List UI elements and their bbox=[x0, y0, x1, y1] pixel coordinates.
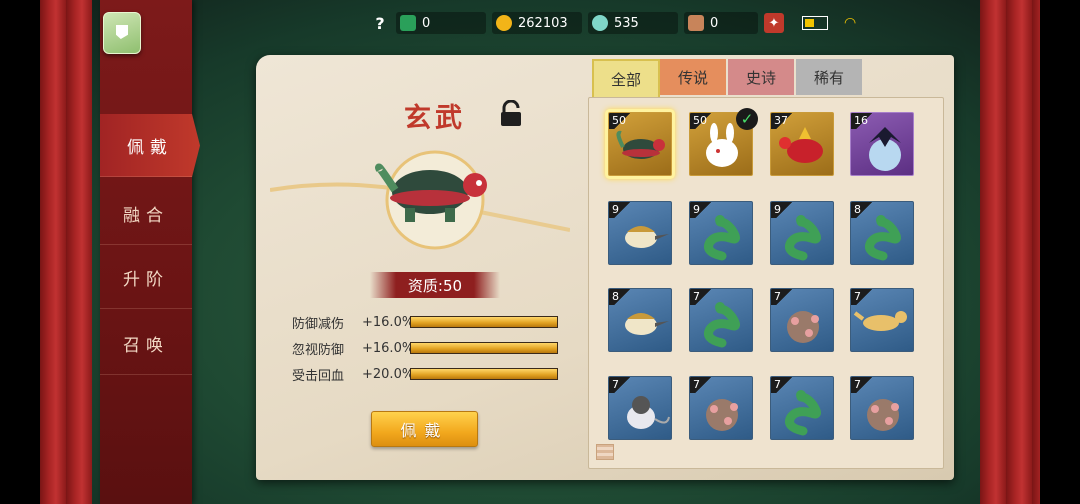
equip-button[interactable]: 佩戴 bbox=[371, 411, 478, 447]
pet-level: 50 bbox=[609, 113, 635, 129]
green-ticket-icon bbox=[400, 15, 416, 31]
pet-level: 8 bbox=[851, 202, 877, 218]
equipped-check-icon: ✓ bbox=[736, 108, 758, 130]
pet-slot[interactable]: 7 bbox=[689, 376, 753, 440]
resource-jade[interactable]: 535 bbox=[588, 12, 678, 34]
right-letterbox bbox=[1040, 0, 1080, 504]
resource-value: 262103 bbox=[518, 15, 568, 31]
pet-level: 7 bbox=[851, 289, 877, 305]
resource-gold[interactable]: 262103 bbox=[492, 12, 582, 34]
pet-level: 50 bbox=[690, 113, 716, 129]
pet-slot[interactable]: 7 bbox=[850, 288, 914, 352]
tab-all[interactable]: 全部 bbox=[592, 59, 660, 99]
stat-row: 受击回血 +20.0% bbox=[292, 364, 558, 384]
stat-value: +20.0% bbox=[362, 366, 415, 382]
pet-slot[interactable]: 8 bbox=[608, 288, 672, 352]
pet-slot[interactable]: 50 bbox=[608, 112, 672, 176]
gate-token-icon bbox=[688, 15, 704, 31]
tab-epic[interactable]: 史诗 bbox=[728, 59, 794, 95]
left-curtain bbox=[40, 0, 92, 504]
resource-gate-token[interactable]: 0 bbox=[684, 12, 758, 34]
sidebar-item-label: 融合 bbox=[123, 205, 169, 226]
pet-slot[interactable]: 16 bbox=[850, 112, 914, 176]
pet-slot[interactable]: 9 bbox=[608, 201, 672, 265]
pet-portrait bbox=[270, 150, 570, 250]
stat-value: +16.0% bbox=[362, 314, 415, 330]
pet-level: 8 bbox=[609, 289, 635, 305]
pet-slot[interactable]: 7 bbox=[850, 376, 914, 440]
stat-row: 忽视防御 +16.0% bbox=[292, 338, 558, 358]
pet-name: 玄武 bbox=[404, 103, 466, 134]
pet-level: 9 bbox=[771, 202, 797, 218]
stat-label: 忽视防御 bbox=[292, 342, 345, 358]
pet-slot[interactable]: 7 bbox=[689, 288, 753, 352]
stat-value: +16.0% bbox=[362, 340, 415, 356]
pet-level: 7 bbox=[771, 289, 797, 305]
help-button[interactable]: ? bbox=[370, 12, 390, 34]
quality-label: 资质:50 bbox=[370, 272, 500, 298]
back-tag-icon[interactable] bbox=[103, 12, 141, 54]
sidebar-item-equip[interactable]: 佩戴 bbox=[100, 114, 200, 177]
resource-bar: ? 0 262103 535 0 ✦ ◠ bbox=[370, 10, 856, 36]
pet-level: 7 bbox=[690, 289, 716, 305]
pet-level: 9 bbox=[609, 202, 635, 218]
stat-bar bbox=[410, 342, 558, 354]
gold-ingot-icon bbox=[496, 15, 512, 31]
pet-slot[interactable]: 7 bbox=[770, 288, 834, 352]
tab-rare[interactable]: 稀有 bbox=[796, 59, 862, 95]
stat-label: 受击回血 bbox=[292, 368, 345, 384]
sidebar-item-upgrade[interactable]: 升阶 bbox=[100, 246, 192, 309]
unlock-icon[interactable] bbox=[498, 100, 524, 128]
jade-icon bbox=[592, 15, 608, 31]
grid-toggle-icon[interactable] bbox=[596, 444, 614, 460]
pet-level: 16 bbox=[851, 113, 877, 129]
pet-level: 9 bbox=[690, 202, 716, 218]
pet-slot[interactable]: 8 bbox=[850, 201, 914, 265]
sidebar-item-fuse[interactable]: 融合 bbox=[100, 182, 192, 245]
pet-level: 7 bbox=[690, 377, 716, 393]
sidebar-item-label: 升阶 bbox=[123, 269, 169, 290]
stat-row: 防御减伤 +16.0% bbox=[292, 312, 558, 332]
resource-value: 535 bbox=[614, 15, 639, 31]
resource-value: 0 bbox=[710, 15, 719, 31]
pet-slot[interactable]: 37 bbox=[770, 112, 834, 176]
resource-ticket[interactable]: 0 bbox=[396, 12, 486, 34]
pet-level: 7 bbox=[851, 377, 877, 393]
pet-level: 7 bbox=[609, 377, 635, 393]
pet-level: 37 bbox=[771, 113, 797, 129]
battery-icon bbox=[802, 16, 828, 30]
pet-slot[interactable]: 9 bbox=[689, 201, 753, 265]
stat-bar bbox=[410, 368, 558, 380]
stat-label: 防御减伤 bbox=[292, 316, 345, 332]
wifi-icon: ◠ bbox=[844, 15, 857, 31]
sidebar-item-summon[interactable]: 召唤 bbox=[100, 312, 192, 375]
resource-value: 0 bbox=[422, 15, 431, 31]
pet-slot[interactable]: 7 bbox=[770, 376, 834, 440]
tab-legendary[interactable]: 传说 bbox=[660, 59, 726, 95]
sidebar-item-label: 佩戴 bbox=[127, 137, 173, 158]
sparkle-icon[interactable]: ✦ bbox=[764, 13, 784, 33]
right-curtain bbox=[980, 0, 1040, 504]
pet-level: 7 bbox=[771, 377, 797, 393]
pet-slot[interactable]: 9 bbox=[770, 201, 834, 265]
pet-slot[interactable]: 7 bbox=[608, 376, 672, 440]
stat-bar bbox=[410, 316, 558, 328]
sidebar-item-label: 召唤 bbox=[123, 335, 169, 356]
left-letterbox bbox=[0, 0, 40, 504]
